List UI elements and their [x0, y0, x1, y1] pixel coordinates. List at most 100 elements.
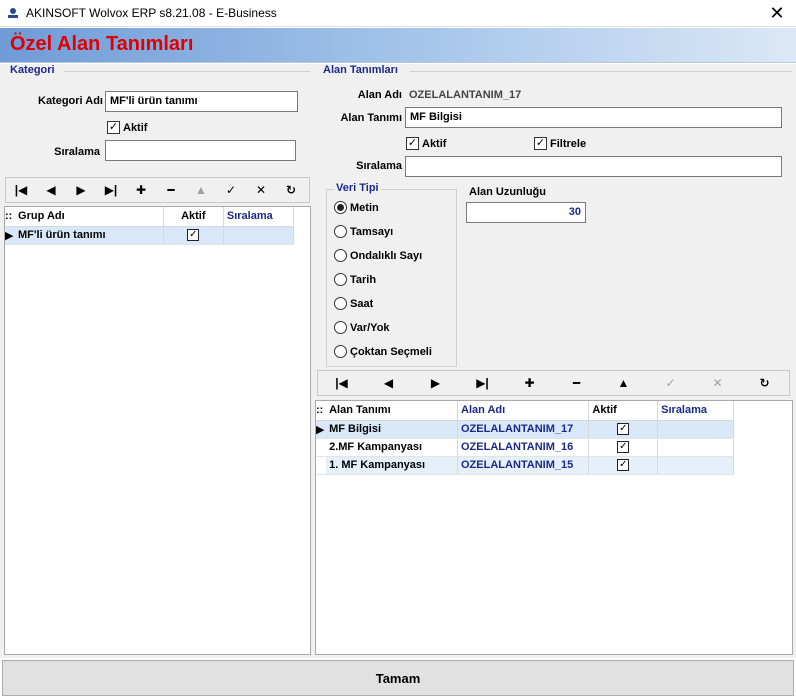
alan-aktif-checkbox[interactable]: ✓ Aktif — [406, 137, 446, 150]
add-record-icon[interactable]: ✚ — [126, 178, 156, 202]
first-record-icon[interactable]: |◀ — [6, 178, 36, 202]
tamam-button[interactable]: Tamam — [2, 660, 794, 696]
alan-adi-value: OZELALANTANIM_17 — [409, 89, 522, 101]
last-record-icon[interactable]: ▶| — [96, 178, 126, 202]
grid-cell-aktif[interactable]: ✓ — [588, 438, 659, 457]
edit-record-icon[interactable]: ▲ — [600, 371, 647, 395]
alan-siralama-label: Sıralama — [356, 160, 402, 172]
kategori-siralama-label: Sıralama — [54, 146, 100, 158]
grid-cell-aktif[interactable]: ✓ — [588, 456, 659, 475]
veri-tipi-title: Veri Tipi — [334, 182, 381, 194]
table-row[interactable]: 1. MF Kampanyası OZELALANTANIM_15 ✓ — [316, 456, 734, 475]
post-record-icon[interactable]: ✓ — [216, 178, 246, 202]
grid-cell-alan-adi[interactable]: OZELALANTANIM_15 — [457, 456, 590, 475]
radio-saat[interactable]: Saat — [334, 297, 373, 310]
header-band: Özel Alan Tanımları — [0, 28, 796, 63]
close-icon[interactable]: ✕ — [758, 0, 796, 27]
check-icon: ✓ — [617, 459, 630, 472]
app-icon — [8, 8, 18, 18]
grid-cell-alan-tanimi[interactable]: 2.MF Kampanyası — [326, 438, 459, 457]
grid-cell-alan-tanimi[interactable]: 1. MF Kampanyası — [326, 456, 459, 475]
grid-cell-aktif[interactable]: ✓ — [163, 226, 224, 245]
check-icon: ✓ — [107, 121, 120, 134]
radio-var-yok[interactable]: Var/Yok — [334, 321, 390, 334]
grid-cell-aktif[interactable]: ✓ — [588, 420, 659, 439]
radio-tamsayi[interactable]: Tamsayı — [334, 225, 393, 238]
refresh-icon[interactable]: ↻ — [276, 178, 306, 202]
alan-grid: :: Alan Tanımı Alan Adı Aktif Sıralama ▶… — [315, 400, 793, 655]
post-record-icon[interactable]: ✓ — [647, 371, 694, 395]
radio-label: Ondalıklı Sayı — [350, 249, 423, 262]
alan-tanimi-input[interactable]: MF Bilgisi — [405, 107, 782, 128]
delete-record-icon[interactable]: ━ — [156, 178, 186, 202]
alan-group-title: Alan Tanımları — [323, 64, 398, 76]
refresh-icon[interactable]: ↻ — [741, 371, 788, 395]
grid-cell-siralama[interactable] — [657, 456, 734, 475]
grid-header-siralama[interactable]: Sıralama — [223, 207, 295, 227]
alan-group-divider — [410, 71, 792, 72]
alan-uzunlugu-input[interactable]: 30 — [466, 202, 586, 223]
grid-header-alan-adi[interactable]: Alan Adı — [457, 401, 590, 421]
grid-header-siralama[interactable]: Sıralama — [657, 401, 734, 421]
table-row[interactable]: 2.MF Kampanyası OZELALANTANIM_16 ✓ — [316, 438, 734, 457]
page-title: Özel Alan Tanımları — [10, 33, 194, 55]
kategori-grid: :: Grup Adı Aktif Sıralama ▶ MF'li ürün … — [4, 206, 311, 655]
row-indicator — [316, 456, 327, 475]
kategori-nav-toolbar: |◀ ◀ ▶ ▶| ✚ ━ ▲ ✓ ✕ ↻ — [5, 177, 310, 203]
row-indicator-icon: ▶ — [5, 226, 16, 245]
delete-record-icon[interactable]: ━ — [553, 371, 600, 395]
alan-uzunlugu-label: Alan Uzunluğu — [469, 186, 546, 198]
kategori-aktif-label: Aktif — [123, 121, 148, 134]
grid-cell-siralama[interactable] — [657, 420, 734, 439]
radio-ondalikli-sayi[interactable]: Ondalıklı Sayı — [334, 249, 422, 262]
radio-label: Var/Yok — [350, 321, 390, 334]
radio-empty-icon — [334, 273, 347, 286]
radio-empty-icon — [334, 345, 347, 358]
prev-record-icon[interactable]: ◀ — [365, 371, 412, 395]
grid-cell-grup-adi[interactable]: MF'li ürün tanımı — [15, 226, 164, 245]
grid-cell-alan-tanimi[interactable]: MF Bilgisi — [326, 420, 459, 439]
grid-header-alan-tanimi[interactable]: Alan Tanımı — [326, 401, 459, 421]
radio-selected-icon — [334, 201, 347, 214]
client-area: Kategori Kategori Adı MF'li ürün tanımı … — [0, 64, 796, 658]
radio-label: Tarih — [350, 273, 377, 286]
radio-label: Çoktan Seçmeli — [350, 345, 432, 358]
grid-header-aktif[interactable]: Aktif — [163, 207, 224, 227]
check-icon: ✓ — [534, 137, 547, 150]
last-record-icon[interactable]: ▶| — [459, 371, 506, 395]
add-record-icon[interactable]: ✚ — [506, 371, 553, 395]
alan-siralama-input[interactable] — [405, 156, 782, 177]
first-record-icon[interactable]: |◀ — [318, 371, 365, 395]
kategori-adi-input[interactable]: MF'li ürün tanımı — [105, 91, 298, 112]
row-indicator-icon: ▶ — [316, 420, 327, 439]
radio-empty-icon — [334, 321, 347, 334]
grid-cell-alan-adi[interactable]: OZELALANTANIM_17 — [457, 420, 590, 439]
cancel-record-icon[interactable]: ✕ — [246, 178, 276, 202]
alan-aktif-label: Aktif — [422, 137, 447, 150]
grid-cell-siralama[interactable] — [223, 226, 295, 245]
kategori-group-title: Kategori — [10, 64, 55, 76]
grid-cell-alan-adi[interactable]: OZELALANTANIM_16 — [457, 438, 590, 457]
grid-cell-siralama[interactable] — [657, 438, 734, 457]
cancel-record-icon[interactable]: ✕ — [694, 371, 741, 395]
filtrele-checkbox[interactable]: ✓ Filtrele — [534, 137, 586, 150]
alan-tanimi-label: Alan Tanımı — [340, 112, 402, 124]
edit-record-icon[interactable]: ▲ — [186, 178, 216, 202]
radio-tarih[interactable]: Tarih — [334, 273, 376, 286]
kategori-siralama-input[interactable] — [105, 140, 296, 161]
kategori-aktif-checkbox[interactable]: ✓ Aktif — [107, 121, 147, 134]
next-record-icon[interactable]: ▶ — [66, 178, 96, 202]
prev-record-icon[interactable]: ◀ — [36, 178, 66, 202]
table-row[interactable]: ▶ MF'li ürün tanımı ✓ — [5, 226, 295, 245]
radio-metin[interactable]: Metin — [334, 201, 379, 214]
next-record-icon[interactable]: ▶ — [412, 371, 459, 395]
window-titlebar: AKINSOFT Wolvox ERP s8.21.08 - E-Busines… — [0, 0, 796, 27]
radio-coktan-secmeli[interactable]: Çoktan Seçmeli — [334, 345, 432, 358]
kategori-group-divider — [64, 71, 310, 72]
window-title: AKINSOFT Wolvox ERP s8.21.08 - E-Busines… — [26, 6, 277, 20]
grid-indicator-header: :: — [5, 207, 16, 227]
table-row[interactable]: ▶ MF Bilgisi OZELALANTANIM_17 ✓ — [316, 420, 734, 439]
grid-header-aktif[interactable]: Aktif — [588, 401, 659, 421]
grid-header-grup-adi[interactable]: Grup Adı — [15, 207, 164, 227]
row-indicator — [316, 438, 327, 457]
